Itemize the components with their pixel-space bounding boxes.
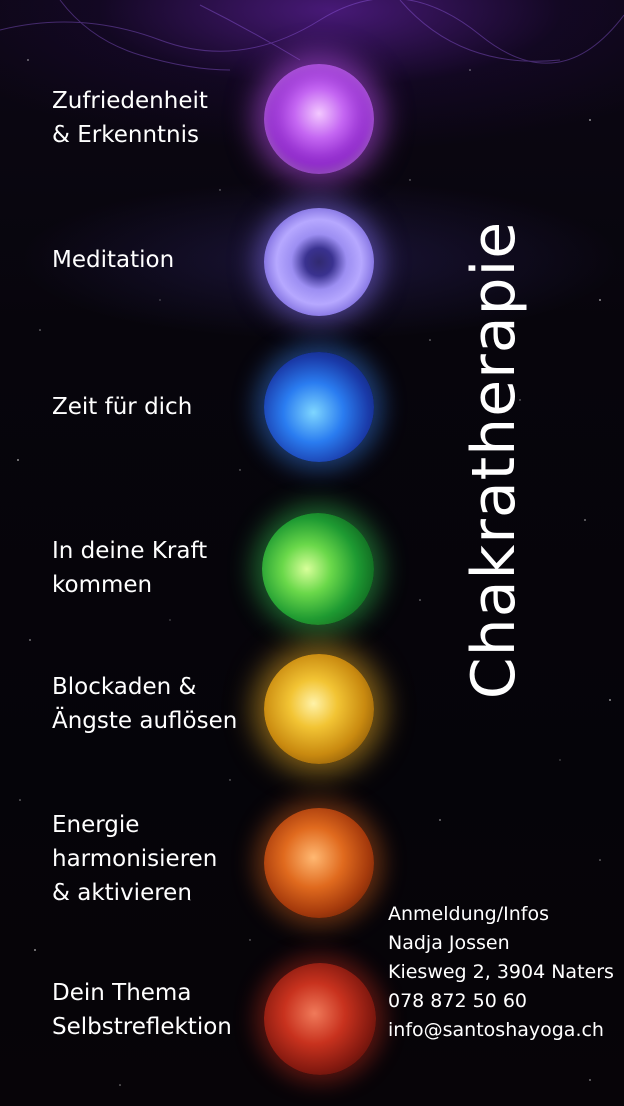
- label-line: Ängste auflösen: [52, 708, 238, 734]
- label-line: & aktivieren: [52, 880, 192, 906]
- chakra-label-sacral: Energie harmonisieren & aktivieren: [52, 808, 217, 910]
- label-line: kommen: [52, 572, 153, 598]
- yellow-solar-orb: [264, 654, 374, 764]
- chakra-label-root: Dein Thema Selbstreflektion: [52, 976, 232, 1044]
- label-line: Zeit für dich: [52, 394, 193, 420]
- chakra-label-throat: Zeit für dich: [52, 390, 192, 424]
- contact-name: Nadja Jossen: [388, 932, 510, 954]
- label-line: In deine Kraft: [52, 538, 208, 564]
- label-line: Selbstreflektion: [52, 1014, 232, 1040]
- contact-email: info@santoshayoga.ch: [388, 1019, 604, 1041]
- label-line: Meditation: [52, 247, 175, 273]
- blue-throat-orb: [264, 352, 374, 462]
- contact-block: Anmeldung/Infos Nadja Jossen Kiesweg 2, …: [388, 900, 614, 1045]
- red-root-orb: [264, 963, 376, 1075]
- contact-heading: Anmeldung/Infos: [388, 903, 549, 925]
- label-line: Blockaden &: [52, 674, 197, 700]
- violet-crown-orb: [264, 64, 374, 174]
- chakra-label-heart: In deine Kraft kommen: [52, 534, 207, 602]
- orange-sacral-orb: [264, 808, 374, 918]
- contact-address: Kiesweg 2, 3904 Naters: [388, 961, 614, 983]
- label-line: & Erkenntnis: [52, 122, 200, 148]
- chakra-label-solar-plexus: Blockaden & Ängste auflösen: [52, 670, 237, 738]
- poster-title: Chakratherapie: [459, 220, 529, 700]
- contact-phone: 078 872 50 60: [388, 990, 528, 1012]
- label-line: harmonisieren: [52, 846, 218, 872]
- label-line: Energie: [52, 812, 140, 838]
- label-line: Dein Thema: [52, 980, 192, 1006]
- indigo-eye-orb: [264, 208, 374, 316]
- chakra-label-third-eye: Meditation: [52, 243, 174, 277]
- chakra-poster: Zufriedenheit & Erkenntnis Meditation Ze…: [0, 0, 624, 1106]
- chakra-label-crown: Zufriedenheit & Erkenntnis: [52, 84, 208, 152]
- green-heart-orb: [262, 513, 374, 625]
- label-line: Zufriedenheit: [52, 88, 208, 114]
